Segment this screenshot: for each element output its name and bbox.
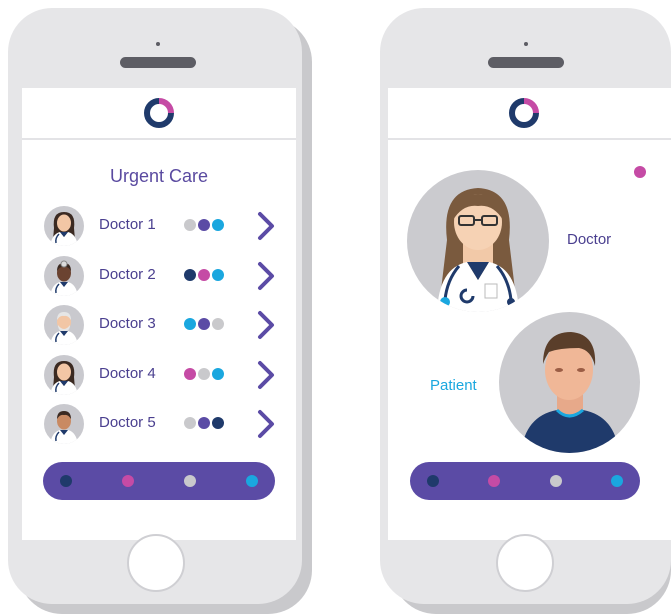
doctor-row[interactable]: Doctor 4 (44, 354, 284, 395)
nav-dot[interactable] (184, 475, 196, 487)
home-button[interactable] (127, 534, 185, 592)
status-dot (184, 318, 196, 330)
right-screen: Doctor Patient (388, 88, 671, 540)
doctor-name: Doctor 3 (99, 315, 156, 332)
doctor-avatar (44, 305, 84, 345)
status-dots (184, 318, 224, 330)
female-doctor-icon (437, 188, 519, 312)
logo-icon (144, 98, 174, 128)
doctor-avatar (44, 255, 84, 296)
patient-label: Patient (430, 377, 477, 394)
nav-dot[interactable] (488, 475, 501, 487)
left-screen: Urgent Care Doctor 1 Doctor 2 Doctor 3 Doct… (22, 88, 296, 540)
status-dot (184, 219, 196, 231)
nav-dot[interactable] (427, 475, 439, 487)
doctor-name: Doctor 2 (99, 265, 156, 283)
chevron-right-icon[interactable] (255, 408, 277, 440)
nav-dot[interactable] (60, 475, 72, 487)
bottom-nav-bar[interactable] (43, 462, 275, 500)
home-button[interactable] (496, 534, 554, 592)
status-dot (198, 417, 210, 429)
patient-avatar[interactable] (499, 312, 640, 453)
status-indicator-dot (634, 166, 646, 178)
nav-dot[interactable] (122, 475, 134, 487)
chevron-right-icon[interactable] (255, 260, 277, 292)
doctor-avatar (44, 206, 84, 246)
doctor-row[interactable]: Doctor 5 (44, 404, 284, 444)
front-camera (524, 42, 528, 46)
doctor-avatar (44, 404, 84, 444)
doctor-row[interactable]: Doctor 1 (44, 206, 284, 246)
male-patient-icon (521, 332, 619, 453)
doctor-with-head-mirror-icon (50, 260, 78, 296)
status-dot (198, 318, 210, 330)
speaker-grill (488, 57, 564, 68)
status-dots (184, 219, 224, 231)
status-dot (198, 219, 210, 231)
doctor-avatar[interactable] (407, 170, 549, 312)
status-dot (212, 219, 224, 231)
nav-dot[interactable] (549, 475, 562, 487)
status-dot (198, 367, 210, 380)
doctor-name: Doctor 1 (99, 216, 156, 233)
header-divider (388, 138, 671, 140)
female-doctor-icon (50, 360, 78, 395)
status-dot (198, 268, 210, 281)
doctor-label: Doctor (567, 231, 612, 248)
logo-icon (509, 98, 539, 128)
status-dot (212, 268, 224, 281)
status-dot (184, 268, 196, 281)
doctor-name: Doctor 4 (99, 364, 156, 382)
nav-dot[interactable] (246, 475, 258, 487)
female-doctor-icon (50, 212, 78, 246)
chevron-right-icon[interactable] (255, 359, 277, 391)
status-dot (184, 367, 196, 380)
left-phone: Urgent Care Doctor 1 Doctor 2 Doctor 3 Doct… (8, 8, 302, 604)
status-dots (184, 268, 224, 281)
right-phone: Doctor Patient (380, 8, 671, 604)
header-divider (22, 138, 296, 140)
status-dot (212, 417, 224, 429)
doctor-row[interactable]: Doctor 2 (44, 255, 284, 296)
status-dot (184, 417, 196, 429)
nav-dot[interactable] (611, 475, 623, 487)
doctor-avatar (44, 354, 84, 395)
speaker-grill (120, 57, 196, 68)
chevron-right-icon[interactable] (255, 309, 277, 341)
status-dot (212, 318, 224, 330)
status-dots (184, 367, 224, 380)
status-dots (184, 417, 224, 429)
status-dot (212, 367, 224, 380)
bottom-nav-bar[interactable] (410, 462, 640, 500)
older-doctor-icon (50, 312, 78, 345)
doctor-row[interactable]: Doctor 3 (44, 305, 284, 345)
chevron-right-icon[interactable] (255, 210, 277, 242)
page-title: Urgent Care (109, 166, 209, 186)
doctor-name: Doctor 5 (99, 414, 156, 431)
front-camera (156, 42, 160, 46)
male-doctor-icon (50, 411, 78, 444)
